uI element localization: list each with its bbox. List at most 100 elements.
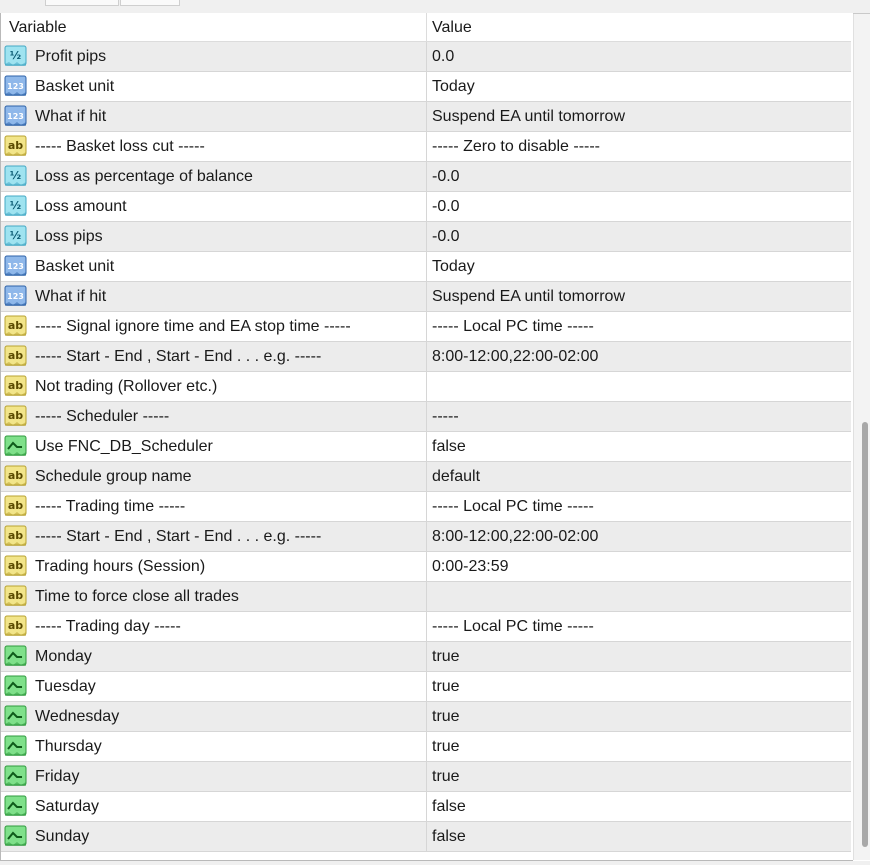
cell-divider	[426, 732, 427, 761]
value-cell[interactable]: true	[432, 672, 460, 701]
variable-name: Saturday	[35, 798, 100, 815]
column-header-value[interactable]: Value	[432, 13, 472, 41]
text-ab-icon: ab	[4, 495, 27, 516]
column-divider[interactable]	[426, 13, 427, 41]
svg-text:123: 123	[7, 292, 24, 301]
value-cell[interactable]: ----- Local PC time -----	[432, 312, 594, 341]
value-cell[interactable]: -----	[432, 402, 459, 431]
value-cell[interactable]: Today	[432, 252, 475, 281]
table-row[interactable]: Tuesday true	[1, 672, 851, 702]
value-cell[interactable]: false	[432, 792, 466, 821]
table-row[interactable]: ab Schedule group name default	[1, 462, 851, 492]
cell-divider	[426, 702, 427, 731]
value-cell[interactable]: default	[432, 462, 480, 491]
text-ab-icon: ab	[4, 465, 27, 486]
table-row[interactable]: Thursday true	[1, 732, 851, 762]
value-cell[interactable]: ----- Local PC time -----	[432, 612, 594, 641]
table-row[interactable]: Monday true	[1, 642, 851, 672]
table-row[interactable]: ab Time to force close all trades	[1, 582, 851, 612]
table-row[interactable]: ½ Loss pips -0.0	[1, 222, 851, 252]
bottom-edge	[0, 861, 870, 865]
value-cell[interactable]: -0.0	[432, 162, 460, 191]
text-ab-icon: ab	[4, 345, 27, 366]
vertical-scrollbar[interactable]	[853, 14, 870, 860]
value-cell[interactable]: true	[432, 732, 460, 761]
text-ab-icon: ab	[4, 315, 27, 336]
cell-divider	[426, 252, 427, 281]
value-cell[interactable]: false	[432, 432, 466, 461]
table-row[interactable]: ½ Loss amount -0.0	[1, 192, 851, 222]
table-row[interactable]: ab ----- Basket loss cut ----- ----- Zero …	[1, 132, 851, 162]
text-ab-icon: ab	[4, 555, 27, 576]
grid-header: Variable Value	[1, 13, 851, 42]
value-cell[interactable]: 8:00-12:00,22:00-02:00	[432, 342, 598, 371]
table-row[interactable]: ab ----- Trading day ----- ----- Local PC …	[1, 612, 851, 642]
variable-name: Friday	[35, 768, 80, 785]
table-row[interactable]: 123 What if hit Suspend EA until tomorrow	[1, 282, 851, 312]
cell-divider	[426, 642, 427, 671]
table-row[interactable]: 123 What if hit Suspend EA until tomorrow	[1, 102, 851, 132]
cell-divider	[426, 342, 427, 371]
value-cell[interactable]: true	[432, 642, 460, 671]
svg-text:ab: ab	[8, 379, 23, 392]
toggle-switch-icon	[4, 795, 27, 816]
variable-name: Wednesday	[35, 708, 120, 725]
numeric-123-icon: 123	[4, 255, 27, 276]
variable-name: What if hit	[35, 288, 107, 305]
toggle-switch-icon	[4, 735, 27, 756]
svg-text:½: ½	[10, 49, 21, 62]
svg-text:ab: ab	[8, 409, 23, 422]
variable-name: Loss as percentage of balance	[35, 168, 253, 185]
value-cell[interactable]: true	[432, 762, 460, 791]
value-cell[interactable]: -0.0	[432, 192, 460, 221]
toggle-switch-icon	[4, 675, 27, 696]
table-row[interactable]: ab ----- Start - End , Start - End . . . …	[1, 342, 851, 372]
table-row[interactable]: ab Not trading (Rollover etc.)	[1, 372, 851, 402]
value-cell[interactable]: Suspend EA until tomorrow	[432, 282, 625, 311]
variable-name: Time to force close all trades	[35, 588, 239, 605]
value-cell[interactable]: Suspend EA until tomorrow	[432, 102, 625, 131]
table-row[interactable]: Friday true	[1, 762, 851, 792]
table-row[interactable]: Wednesday true	[1, 702, 851, 732]
toggle-switch-icon	[4, 765, 27, 786]
text-ab-icon: ab	[4, 525, 27, 546]
tab-stub[interactable]	[45, 0, 119, 6]
cell-divider	[426, 192, 427, 221]
fraction-icon: ½	[4, 45, 27, 66]
variable-name: ----- Trading time -----	[35, 498, 186, 515]
value-cell[interactable]: false	[432, 822, 466, 851]
variable-name: Loss pips	[35, 228, 103, 245]
table-row[interactable]: ab ----- Signal ignore time and EA stop t…	[1, 312, 851, 342]
table-row[interactable]: Saturday false	[1, 792, 851, 822]
scrollbar-thumb[interactable]	[862, 422, 868, 847]
value-cell[interactable]: ----- Zero to disable -----	[432, 132, 600, 161]
value-cell[interactable]: ----- Local PC time -----	[432, 492, 594, 521]
table-row[interactable]: ab ----- Scheduler ----- -----	[1, 402, 851, 432]
table-row[interactable]: ½ Loss as percentage of balance -0.0	[1, 162, 851, 192]
variable-name: Monday	[35, 648, 92, 665]
value-cell[interactable]: 0:00-23:59	[432, 552, 509, 581]
table-row[interactable]: Use FNC_DB_Scheduler false	[1, 432, 851, 462]
variable-name: Trading hours (Session)	[35, 558, 206, 575]
fraction-icon: ½	[4, 165, 27, 186]
variable-name: Profit pips	[35, 48, 107, 65]
column-header-variable[interactable]: Variable	[9, 13, 67, 41]
table-row[interactable]: Sunday false	[1, 822, 851, 852]
table-row[interactable]: ab ----- Start - End , Start - End . . . …	[1, 522, 851, 552]
table-row[interactable]: 123 Basket unit Today	[1, 72, 851, 102]
svg-text:ab: ab	[8, 589, 23, 602]
table-row[interactable]: 123 Basket unit Today	[1, 252, 851, 282]
table-row[interactable]: ab ----- Trading time ----- ----- Local PC…	[1, 492, 851, 522]
text-ab-icon: ab	[4, 135, 27, 156]
cell-divider	[426, 402, 427, 431]
value-cell[interactable]: 0.0	[432, 42, 454, 71]
svg-text:ab: ab	[8, 559, 23, 572]
variable-name: Schedule group name	[35, 468, 192, 485]
value-cell[interactable]: true	[432, 702, 460, 731]
table-row[interactable]: ab Trading hours (Session) 0:00-23:59	[1, 552, 851, 582]
value-cell[interactable]: Today	[432, 72, 475, 101]
value-cell[interactable]: -0.0	[432, 222, 460, 251]
table-row[interactable]: ½ Profit pips 0.0	[1, 42, 851, 72]
value-cell[interactable]: 8:00-12:00,22:00-02:00	[432, 522, 598, 551]
tab-stub[interactable]	[120, 0, 180, 6]
